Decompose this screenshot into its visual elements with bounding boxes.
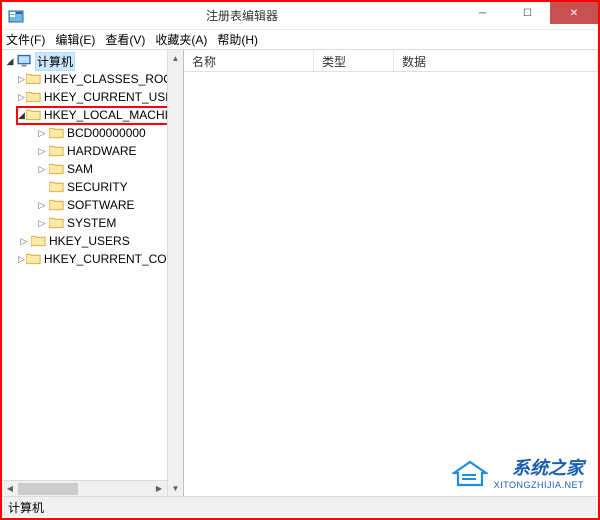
tree-subkey[interactable]: ▷ BCD00000000 [2,124,167,142]
tree-root-label[interactable]: 计算机 [35,52,75,71]
folder-icon [26,109,41,121]
scroll-right-icon[interactable]: ▶ [151,481,167,496]
column-name[interactable]: 名称 [184,50,314,71]
tree-label[interactable]: SECURITY [67,180,128,194]
folder-icon [31,235,46,247]
watermark-title: 系统之家 [494,454,584,480]
statusbar-path: 计算机 [8,501,44,515]
tree-hive-hklm[interactable]: ◢ HKEY_LOCAL_MACHINE [2,106,167,124]
menu-view[interactable]: 查看(V) [105,31,145,48]
tree-hive[interactable]: ▷ HKEY_USERS [2,232,167,250]
watermark: 系统之家 XITONGZHIJIA.NET [452,454,584,490]
tree-label[interactable]: HKEY_CLASSES_ROOT [44,72,167,86]
tree-label[interactable]: SYSTEM [67,216,116,230]
tree-label[interactable]: BCD00000000 [67,126,146,140]
tree-label[interactable]: SAM [67,162,93,176]
tree-subkey[interactable]: ▷ SAM [2,160,167,178]
tree-label[interactable]: HKEY_CURRENT_USER [44,90,167,104]
tree-label[interactable]: SOFTWARE [67,198,135,212]
watermark-url: XITONGZHIJIA.NET [494,480,584,490]
tree-hive[interactable]: ▷ HKEY_CURRENT_USER [2,88,167,106]
column-type[interactable]: 类型 [314,50,394,71]
scroll-thumb[interactable] [18,483,78,495]
maximize-button[interactable]: ☐ [505,2,550,24]
expand-icon[interactable]: ▷ [18,235,30,247]
folder-icon [49,127,64,139]
expand-icon[interactable]: ▷ [18,73,25,85]
window-controls: ─ ☐ ✕ [460,2,598,29]
tree-hive[interactable]: ▷ HKEY_CLASSES_ROOT [2,70,167,88]
expand-icon[interactable]: ◢ [18,109,25,121]
folder-icon [49,217,64,229]
expand-icon[interactable]: ▷ [36,199,48,211]
folder-icon [49,145,64,157]
regedit-icon [8,8,24,24]
tree-subkey[interactable]: SECURITY [2,178,167,196]
expand-icon[interactable]: ▷ [36,217,48,229]
scroll-down-icon[interactable]: ▼ [168,480,183,496]
scroll-left-icon[interactable]: ◀ [2,481,18,496]
expand-icon[interactable]: ▷ [36,145,48,157]
expand-icon[interactable]: ▷ [18,253,25,265]
tree-subkey[interactable]: ▷ SOFTWARE [2,196,167,214]
values-list[interactable] [184,72,598,496]
tree-label[interactable]: HARDWARE [67,144,137,158]
expand-placeholder [36,181,48,193]
menu-favorites[interactable]: 收藏夹(A) [155,31,207,48]
menu-file[interactable]: 文件(F) [6,31,45,48]
values-header: 名称 类型 数据 [184,50,598,72]
titlebar: 注册表编辑器 ─ ☐ ✕ [2,2,598,30]
tree-label[interactable]: HKEY_CURRENT_CONFIG [44,252,167,266]
close-button[interactable]: ✕ [550,2,598,24]
folder-icon [49,199,64,211]
window-title: 注册表编辑器 [24,7,460,24]
tree-label[interactable]: HKEY_USERS [49,234,130,248]
expand-icon[interactable]: ▷ [36,163,48,175]
folder-icon [49,181,64,193]
registry-tree[interactable]: ◢ 计算机 ▷ HKEY_CLASSES_ROOT ▷ HKEY_CURRENT… [2,50,167,270]
expand-icon[interactable]: ▷ [18,91,25,103]
tree-scrollbar-horizontal[interactable]: ◀ ▶ [2,480,167,496]
folder-icon [26,73,41,85]
scroll-up-icon[interactable]: ▲ [168,50,183,66]
expand-icon[interactable]: ◢ [4,55,16,67]
values-panel: 名称 类型 数据 [184,50,598,496]
tree-scrollbar-vertical[interactable]: ▲ ▼ [167,50,183,496]
tree-panel: ◢ 计算机 ▷ HKEY_CLASSES_ROOT ▷ HKEY_CURRENT… [2,50,184,496]
computer-icon [17,54,32,68]
expand-icon[interactable]: ▷ [36,127,48,139]
minimize-button[interactable]: ─ [460,2,505,24]
tree-root[interactable]: ◢ 计算机 [2,52,167,70]
menubar: 文件(F) 编辑(E) 查看(V) 收藏夹(A) 帮助(H) [2,30,598,50]
folder-icon [26,91,41,103]
statusbar: 计算机 [2,496,598,516]
watermark-logo-icon [452,457,488,487]
column-data[interactable]: 数据 [394,50,598,71]
menu-help[interactable]: 帮助(H) [217,31,258,48]
content-area: ◢ 计算机 ▷ HKEY_CLASSES_ROOT ▷ HKEY_CURRENT… [2,50,598,496]
folder-icon [49,163,64,175]
tree-label[interactable]: HKEY_LOCAL_MACHINE [44,108,167,122]
tree-subkey[interactable]: ▷ HARDWARE [2,142,167,160]
tree-hive[interactable]: ▷ HKEY_CURRENT_CONFIG [2,250,167,268]
tree-subkey[interactable]: ▷ SYSTEM [2,214,167,232]
menu-edit[interactable]: 编辑(E) [55,31,95,48]
folder-icon [26,253,41,265]
